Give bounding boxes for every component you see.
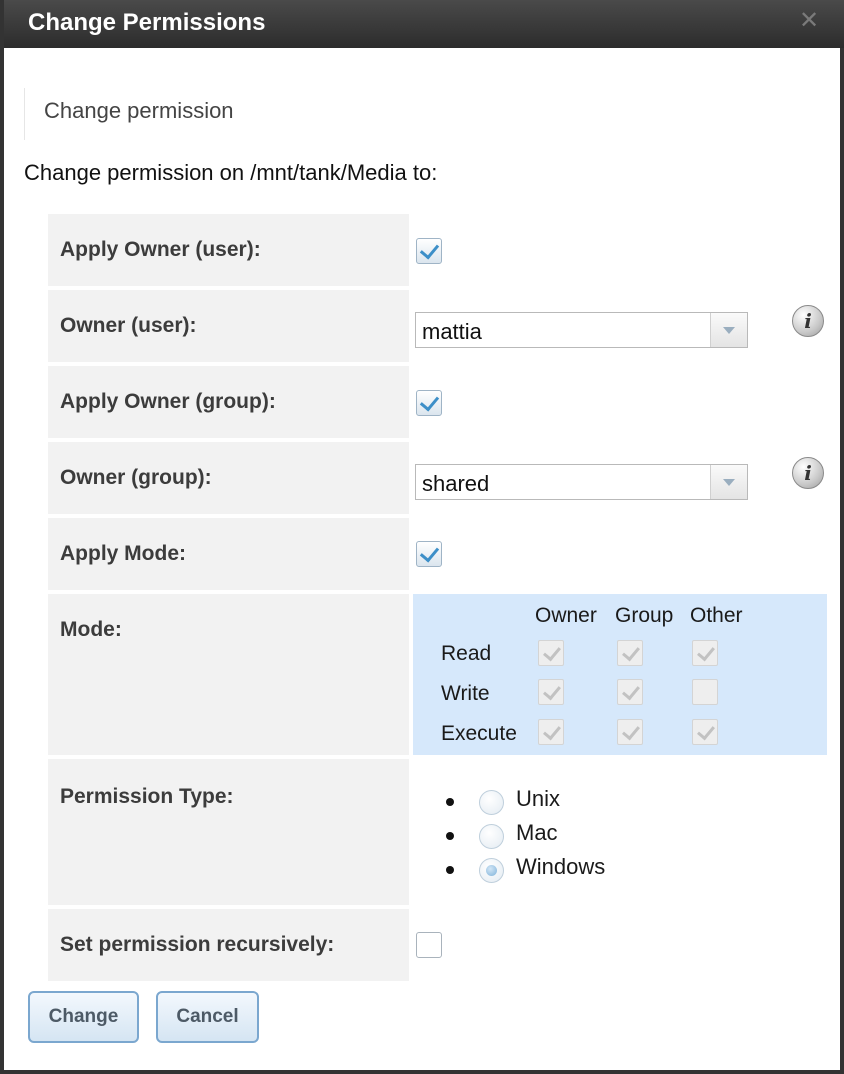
row-apply-mode: Apply Mode:: [48, 518, 409, 590]
apply-owner-group-checkbox[interactable]: [416, 390, 442, 416]
close-icon[interactable]: ✕: [796, 8, 822, 34]
owner-group-select[interactable]: shared: [415, 464, 748, 500]
mode-execute-owner-checkbox[interactable]: [538, 719, 564, 745]
apply-mode-checkbox[interactable]: [416, 541, 442, 567]
apply-owner-group-label: Apply Owner (group):: [60, 390, 276, 413]
mode-row-read: Read: [441, 642, 492, 665]
radio-windows[interactable]: [479, 858, 504, 883]
radio-unix-label[interactable]: Unix: [516, 786, 560, 812]
mode-execute-group-checkbox[interactable]: [617, 719, 643, 745]
list-bullet: [446, 798, 454, 806]
apply-owner-user-label: Apply Owner (user):: [60, 238, 261, 261]
intro-text: Change permission on /mnt/tank/Media to:: [24, 160, 438, 185]
dialog-titlebar[interactable]: Change Permissions ✕: [4, 0, 844, 48]
row-owner-group: Owner (group):: [48, 442, 409, 514]
mode-row-execute: Execute: [441, 722, 517, 745]
change-permissions-dialog: Change Permissions ✕ Change permission C…: [0, 0, 844, 1074]
row-apply-owner-group: Apply Owner (group):: [48, 366, 409, 438]
recursive-label: Set permission recursively:: [60, 933, 335, 956]
apply-mode-label: Apply Mode:: [60, 542, 186, 565]
list-bullet: [446, 866, 454, 874]
owner-group-label: Owner (group):: [60, 466, 212, 489]
row-apply-owner-user: Apply Owner (user):: [48, 214, 409, 286]
row-recursive: Set permission recursively:: [48, 909, 409, 981]
mode-row-write: Write: [441, 682, 490, 705]
owner-user-select[interactable]: mattia: [415, 312, 748, 348]
apply-owner-user-checkbox[interactable]: [416, 238, 442, 264]
cancel-button[interactable]: Cancel: [156, 991, 259, 1043]
mode-read-other-checkbox[interactable]: [692, 640, 718, 666]
mode-column-other: Other: [690, 604, 743, 627]
mode-read-owner-checkbox[interactable]: [538, 640, 564, 666]
dialog-title: Change Permissions: [28, 9, 266, 36]
mode-read-group-checkbox[interactable]: [617, 640, 643, 666]
owner-user-value: mattia: [422, 319, 482, 344]
owner-group-value: shared: [422, 471, 490, 496]
row-mode: Mode:: [48, 594, 409, 755]
chevron-down-icon[interactable]: [710, 313, 747, 347]
change-button[interactable]: Change: [28, 991, 139, 1043]
owner-user-label: Owner (user):: [60, 314, 197, 337]
info-icon[interactable]: i: [792, 457, 824, 489]
mode-write-owner-checkbox[interactable]: [538, 679, 564, 705]
radio-mac[interactable]: [479, 824, 504, 849]
mode-execute-other-checkbox[interactable]: [692, 719, 718, 745]
mode-column-owner: Owner: [535, 604, 597, 627]
tab-divider: [24, 88, 25, 140]
radio-unix[interactable]: [479, 790, 504, 815]
radio-windows-label[interactable]: Windows: [516, 854, 605, 880]
permission-type-label: Permission Type:: [60, 785, 234, 808]
tab-change-permission[interactable]: Change permission: [44, 98, 234, 124]
radio-mac-label[interactable]: Mac: [516, 820, 558, 846]
recursive-checkbox[interactable]: [416, 932, 442, 958]
mode-write-other-checkbox[interactable]: [692, 679, 718, 705]
mode-column-group: Group: [615, 604, 674, 627]
mode-label: Mode:: [60, 618, 122, 641]
chevron-down-icon[interactable]: [710, 465, 747, 499]
mode-write-group-checkbox[interactable]: [617, 679, 643, 705]
row-owner-user: Owner (user):: [48, 290, 409, 362]
info-icon[interactable]: i: [792, 305, 824, 337]
mode-panel: Owner Group Other Read Write Execute: [413, 594, 827, 755]
row-permission-type: Permission Type:: [48, 759, 409, 905]
list-bullet: [446, 832, 454, 840]
